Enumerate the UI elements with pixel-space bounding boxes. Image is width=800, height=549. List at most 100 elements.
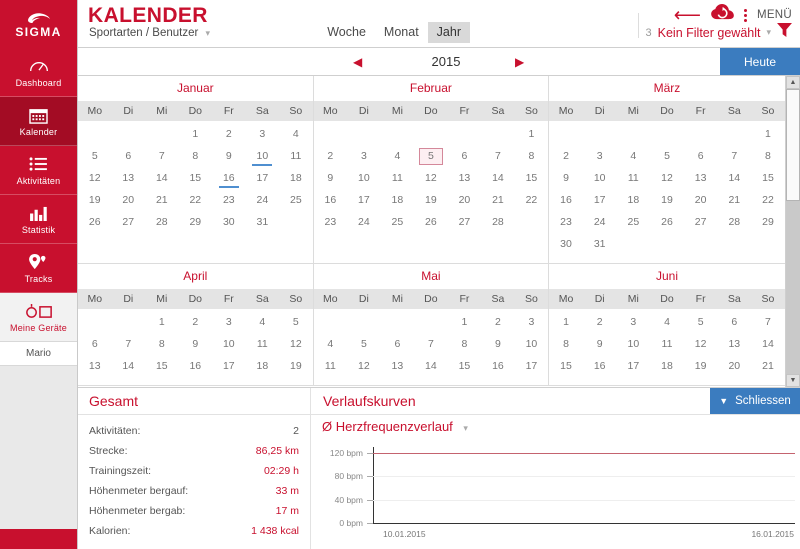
day-cell[interactable]: 7 [717, 147, 751, 169]
day-cell[interactable]: 21 [145, 191, 179, 213]
today-button[interactable]: Heute [720, 48, 800, 75]
day-cell[interactable]: 24 [583, 213, 617, 235]
day-cell[interactable]: 6 [448, 147, 482, 169]
day-cell[interactable]: 17 [617, 357, 651, 379]
day-cell[interactable]: 11 [279, 147, 313, 169]
day-cell[interactable]: 6 [381, 335, 415, 357]
menu-label[interactable]: MENÜ [757, 9, 792, 21]
day-cell[interactable]: 5 [279, 313, 313, 335]
sidebar-item-statistik[interactable]: Statistik [0, 195, 77, 244]
day-cell[interactable]: 1 [448, 313, 482, 335]
day-cell[interactable]: 11 [314, 357, 348, 379]
sidebar-item-dashboard[interactable]: Dashboard [0, 48, 77, 97]
day-cell-with-activity[interactable]: 16 [212, 169, 246, 191]
day-cell[interactable]: 10 [583, 169, 617, 191]
day-cell[interactable]: 3 [515, 313, 549, 335]
day-cell[interactable]: 20 [717, 357, 751, 379]
day-cell[interactable]: 13 [448, 169, 482, 191]
scroll-down-arrow-icon[interactable]: ▼ [786, 374, 800, 387]
month-name[interactable]: März [549, 76, 785, 101]
day-cell[interactable]: 11 [650, 335, 684, 357]
day-cell[interactable]: 5 [78, 147, 112, 169]
day-cell[interactable]: 16 [549, 191, 583, 213]
day-cell[interactable]: 17 [515, 357, 549, 379]
day-cell[interactable]: 11 [381, 169, 415, 191]
day-cell[interactable]: 9 [481, 335, 515, 357]
day-cell[interactable]: 28 [717, 213, 751, 235]
scrollbar-thumb[interactable] [786, 89, 800, 201]
day-cell[interactable]: 31 [583, 235, 617, 257]
sidebar-item-aktivitaeten[interactable]: Aktivitäten [0, 146, 77, 195]
day-cell[interactable]: 2 [549, 147, 583, 169]
day-cell[interactable]: 1 [179, 125, 213, 147]
day-cell[interactable]: 3 [246, 125, 280, 147]
day-cell[interactable]: 20 [684, 191, 718, 213]
day-cell[interactable]: 19 [279, 357, 313, 379]
day-cell[interactable]: 6 [684, 147, 718, 169]
day-cell[interactable]: 2 [179, 313, 213, 335]
sigma-logo[interactable]: SIGMA [0, 0, 77, 48]
day-cell[interactable]: 26 [78, 213, 112, 235]
breadcrumb[interactable]: Sportarten / Benutzer ▾ [89, 27, 210, 39]
day-cell[interactable]: 13 [684, 169, 718, 191]
calendar-scrollbar[interactable]: ▲ ▼ [785, 76, 800, 387]
day-cell[interactable]: 18 [381, 191, 415, 213]
chevron-down-icon[interactable]: ▾ [206, 28, 211, 38]
day-cell[interactable]: 16 [314, 191, 348, 213]
day-cell[interactable]: 13 [112, 169, 146, 191]
day-cell[interactable]: 3 [212, 313, 246, 335]
day-cell[interactable]: 25 [617, 213, 651, 235]
day-cell[interactable]: 14 [112, 357, 146, 379]
day-cell[interactable]: 4 [617, 147, 651, 169]
day-cell-today[interactable]: 5 [414, 147, 448, 169]
day-cell[interactable]: 16 [481, 357, 515, 379]
day-cell[interactable]: 14 [414, 357, 448, 379]
day-cell[interactable]: 17 [212, 357, 246, 379]
day-cell[interactable]: 23 [314, 213, 348, 235]
day-cell[interactable]: 15 [179, 169, 213, 191]
kebab-menu-icon[interactable] [743, 8, 747, 22]
day-cell[interactable]: 15 [751, 169, 785, 191]
day-cell[interactable]: 27 [448, 213, 482, 235]
day-cell[interactable]: 11 [246, 335, 280, 357]
day-cell[interactable]: 22 [515, 191, 549, 213]
day-cell[interactable]: 4 [314, 335, 348, 357]
day-cell[interactable]: 14 [481, 169, 515, 191]
day-cell[interactable]: 22 [751, 191, 785, 213]
day-cell[interactable]: 1 [549, 313, 583, 335]
day-cell[interactable]: 24 [246, 191, 280, 213]
day-cell[interactable]: 18 [246, 357, 280, 379]
day-cell[interactable]: 9 [549, 169, 583, 191]
close-panel-button[interactable]: ▼ Schliessen [710, 388, 800, 414]
day-cell[interactable]: 8 [549, 335, 583, 357]
chart-title[interactable]: Ø Herzfrequenzverlauf ▾ [311, 415, 800, 434]
day-cell[interactable]: 29 [179, 213, 213, 235]
day-cell[interactable]: 21 [717, 191, 751, 213]
day-cell[interactable]: 3 [583, 147, 617, 169]
day-cell[interactable]: 2 [481, 313, 515, 335]
day-cell[interactable]: 14 [751, 335, 785, 357]
day-cell[interactable]: 26 [414, 213, 448, 235]
filter-label[interactable]: Kein Filter gewählt [658, 26, 761, 40]
day-cell[interactable]: 13 [78, 357, 112, 379]
day-cell[interactable]: 8 [751, 147, 785, 169]
day-cell[interactable]: 27 [684, 213, 718, 235]
day-cell[interactable]: 9 [314, 169, 348, 191]
day-cell[interactable]: 13 [381, 357, 415, 379]
prev-year-button[interactable]: ◀ [353, 56, 362, 68]
day-cell[interactable]: 8 [515, 147, 549, 169]
day-cell[interactable]: 9 [179, 335, 213, 357]
day-cell[interactable]: 2 [314, 147, 348, 169]
day-cell[interactable]: 30 [549, 235, 583, 257]
day-cell[interactable]: 12 [414, 169, 448, 191]
day-cell[interactable]: 18 [650, 357, 684, 379]
day-cell[interactable]: 6 [112, 147, 146, 169]
day-cell[interactable]: 5 [684, 313, 718, 335]
day-cell[interactable]: 21 [481, 191, 515, 213]
day-cell[interactable]: 21 [751, 357, 785, 379]
day-cell[interactable]: 27 [112, 213, 146, 235]
back-arrow-icon[interactable]: ⟵ [674, 6, 701, 25]
day-cell[interactable]: 2 [583, 313, 617, 335]
tab-monat[interactable]: Monat [375, 22, 428, 43]
day-cell[interactable]: 14 [717, 169, 751, 191]
